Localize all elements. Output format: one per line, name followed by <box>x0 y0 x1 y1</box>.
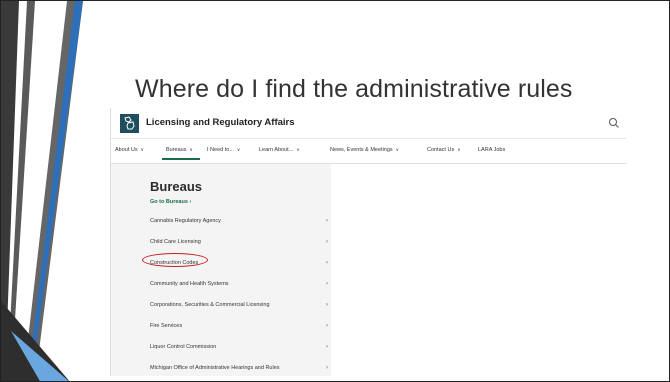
menu-item-fire-services[interactable]: Fire Services › <box>150 323 328 333</box>
go-to-bureaus-link[interactable]: Go to Bureaus › <box>150 199 191 205</box>
search-icon[interactable] <box>608 117 620 129</box>
chevron-right-icon: › <box>326 302 328 308</box>
chevron-right-icon: › <box>326 281 328 287</box>
menu-item-cannabis[interactable]: Cannabis Regulatory Agency › <box>150 218 328 228</box>
slide-title: Where do I find the administrative rules <box>135 75 573 103</box>
chevron-down-icon: ∨ <box>140 147 144 152</box>
nav-about-us[interactable]: About Us ∨ <box>115 147 144 153</box>
chevron-down-icon: ∨ <box>189 147 193 152</box>
menu-item-child-care[interactable]: Child Care Licensing › <box>150 239 328 249</box>
nav-learn-about[interactable]: Learn About... ∨ <box>259 147 300 153</box>
bureaus-dropdown-menu: Bureaus Go to Bureaus › Cannabis Regulat… <box>111 164 331 376</box>
menu-item-admin-hearings[interactable]: Michigan Office of Administrative Hearin… <box>150 365 328 375</box>
menu-item-corporations[interactable]: Corporations, Securities & Commercial Li… <box>150 302 328 312</box>
chevron-right-icon: › <box>326 344 328 350</box>
michigan-map-icon[interactable] <box>120 114 139 133</box>
nav-bureaus[interactable]: Bureaus ∨ <box>166 147 193 153</box>
chevron-right-icon: › <box>326 260 328 266</box>
chevron-down-icon: ∨ <box>457 147 461 152</box>
website-screenshot: Licensing and Regulatory Affairs About U… <box>110 108 626 376</box>
nav-i-need-to[interactable]: I Need to... ∨ <box>207 147 240 153</box>
nav-contact-us[interactable]: Contact Us ∨ <box>427 147 461 153</box>
chevron-down-icon: ∨ <box>395 147 399 152</box>
menu-item-community-health[interactable]: Community and Health Systems › <box>150 281 328 291</box>
chevron-down-icon: ∨ <box>296 147 300 152</box>
chevron-right-icon: › <box>326 239 328 245</box>
highlight-circle <box>142 253 208 267</box>
presentation-slide: Where do I find the administrative rules… <box>0 0 670 382</box>
menu-heading: Bureaus <box>150 179 203 194</box>
nav-lara-jobs[interactable]: LARA Jobs <box>478 147 505 153</box>
chevron-right-icon: › <box>189 199 192 205</box>
nav-active-indicator <box>162 158 200 160</box>
chevron-right-icon: › <box>326 218 328 224</box>
main-nav: About Us ∨ Bureaus ∨ I Need to... ∨ Learn A… <box>111 139 626 164</box>
chevron-right-icon: › <box>326 365 328 371</box>
nav-news-events[interactable]: News, Events & Meetings ∨ <box>330 147 399 153</box>
site-header: Licensing and Regulatory Affairs <box>111 108 626 139</box>
chevron-right-icon: › <box>326 323 328 329</box>
chevron-down-icon: ∨ <box>236 147 241 152</box>
menu-item-liquor-control[interactable]: Liquor Control Commission › <box>150 344 328 354</box>
agency-name[interactable]: Licensing and Regulatory Affairs <box>146 117 295 128</box>
slide-decoration <box>1 1 83 381</box>
